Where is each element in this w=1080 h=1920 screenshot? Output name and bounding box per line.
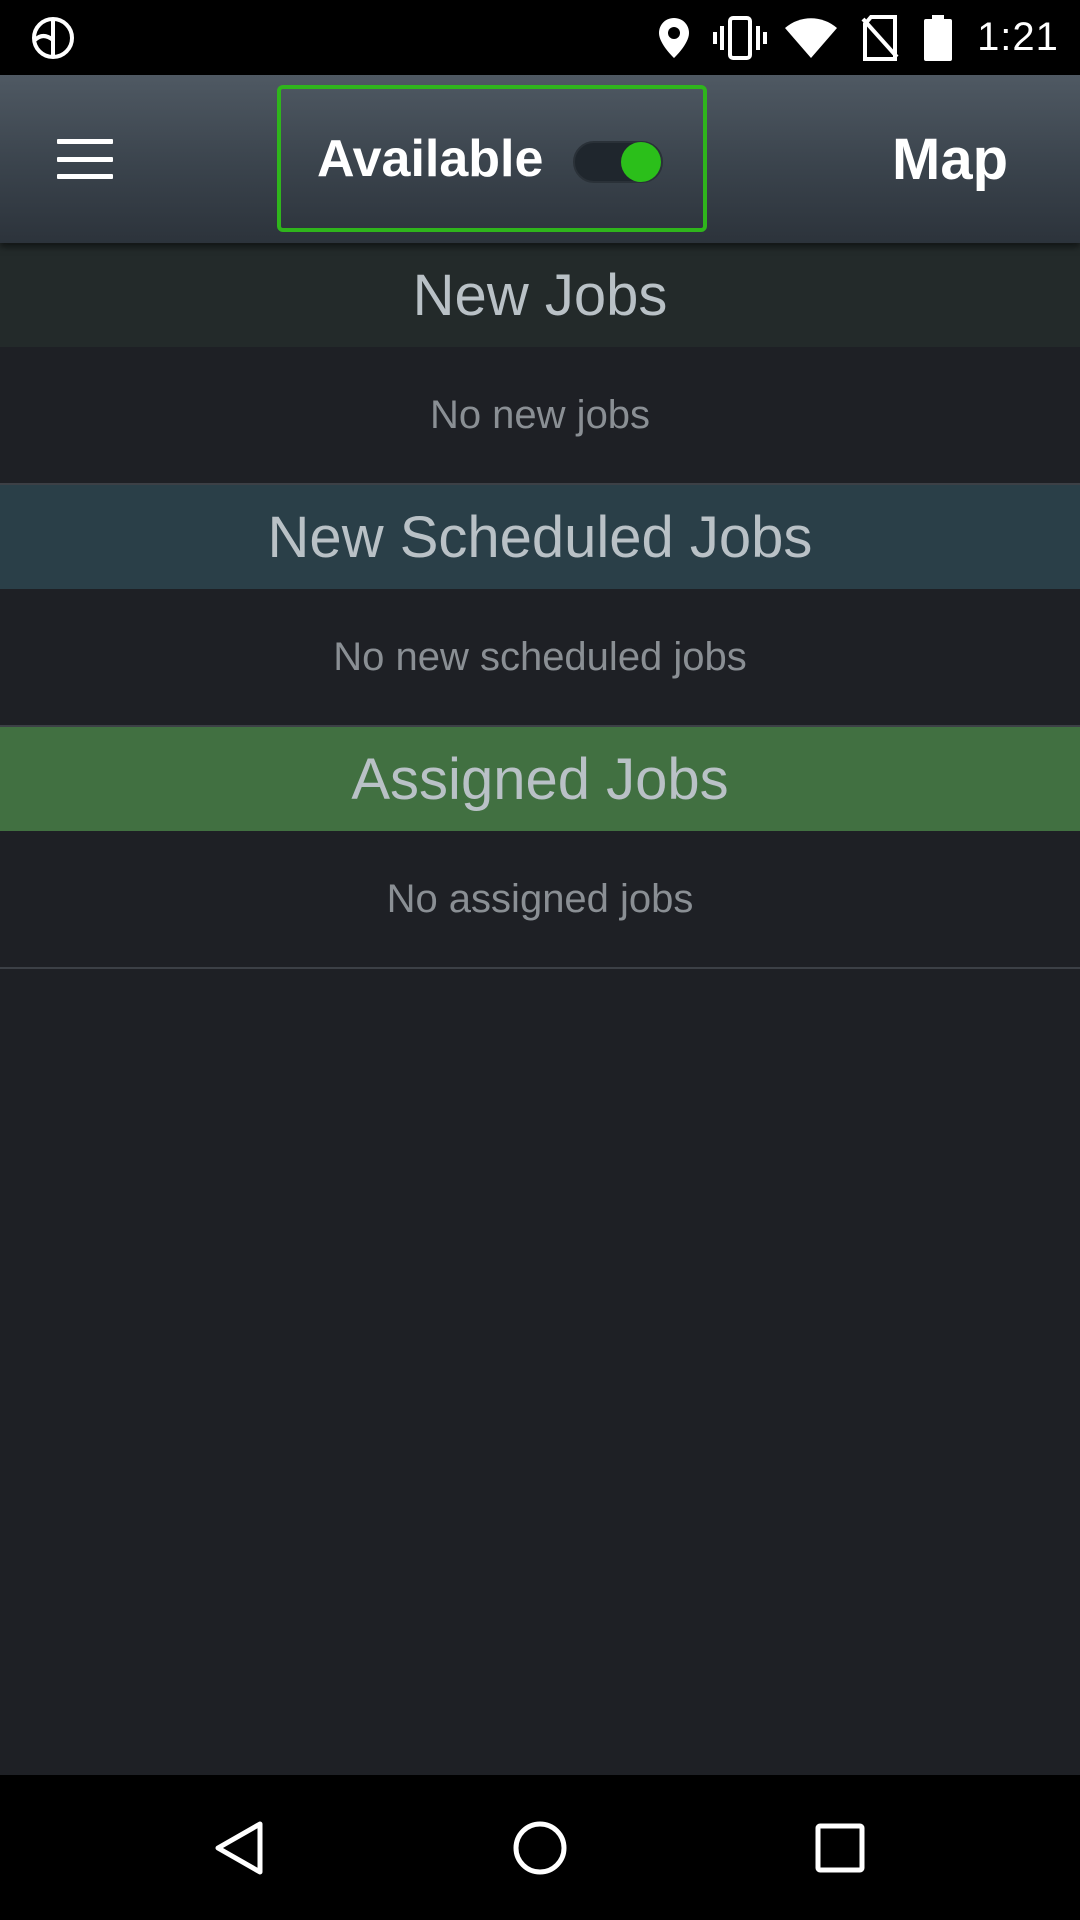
availability-label: Available xyxy=(317,129,544,188)
map-button[interactable]: Map xyxy=(870,75,1030,243)
app-logo-icon xyxy=(24,0,82,75)
hamburger-menu-icon xyxy=(57,139,113,179)
vibrate-icon xyxy=(710,0,770,75)
home-icon xyxy=(513,1821,567,1874)
status-bar: 1:21 xyxy=(0,0,1080,75)
navigation-bar xyxy=(0,1775,1080,1920)
back-icon xyxy=(215,1821,263,1874)
switch-thumb xyxy=(621,142,661,182)
jobs-list: New Jobs No new jobs New Scheduled Jobs … xyxy=(0,243,1080,1775)
home-button[interactable] xyxy=(460,1775,620,1920)
status-time: 1:21 xyxy=(977,15,1059,59)
divider xyxy=(0,967,1080,969)
section-header-new-scheduled-jobs: New Scheduled Jobs xyxy=(0,485,1080,589)
app-bar: Available Map xyxy=(0,75,1080,243)
wifi-icon xyxy=(782,0,840,75)
empty-state-new-scheduled-jobs: No new scheduled jobs xyxy=(333,634,747,679)
recents-icon xyxy=(815,1823,865,1872)
empty-state-new-jobs: No new jobs xyxy=(429,392,651,437)
empty-state-assigned-jobs: No assigned jobs xyxy=(386,876,694,921)
battery-icon xyxy=(918,0,958,75)
section-header-assigned-jobs: Assigned Jobs xyxy=(0,727,1080,831)
location-icon xyxy=(652,0,696,75)
no-sim-icon xyxy=(856,0,904,75)
menu-button[interactable] xyxy=(30,109,140,209)
availability-toggle-container[interactable]: Available xyxy=(277,85,707,232)
section-header-new-jobs: New Jobs xyxy=(0,243,1080,347)
availability-switch[interactable] xyxy=(573,141,663,183)
recents-button[interactable] xyxy=(760,1775,920,1920)
back-button[interactable] xyxy=(160,1775,320,1920)
